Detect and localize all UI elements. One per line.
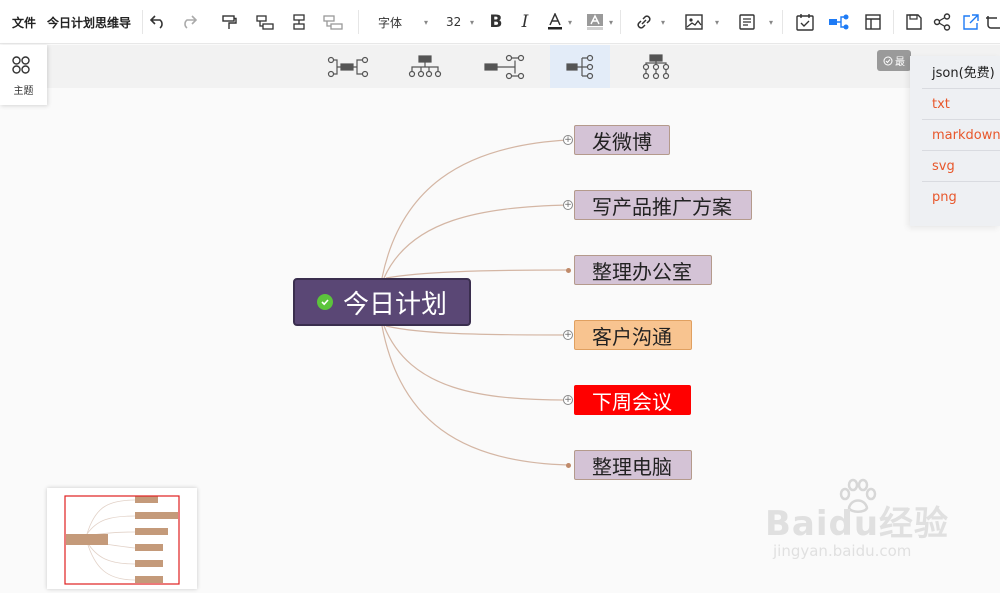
layout-switcher-bar: 最 bbox=[0, 45, 1000, 88]
branch-line bbox=[381, 325, 569, 466]
minimap[interactable] bbox=[47, 488, 197, 589]
export-markdown-item[interactable]: markdown bbox=[910, 120, 1000, 150]
theme-icon bbox=[12, 56, 30, 74]
theme-button[interactable]: 主题 bbox=[0, 45, 47, 105]
mind-map-right-layout-icon[interactable] bbox=[550, 45, 610, 88]
node-label: 写产品推广方案 bbox=[592, 194, 732, 219]
logic-right-layout-icon[interactable] bbox=[474, 45, 534, 88]
check-circle-icon bbox=[883, 56, 893, 65]
org-chart-down-layout-icon[interactable] bbox=[395, 45, 455, 88]
export-menu: json(免费) txt markdown svg png bbox=[910, 56, 1000, 226]
tree-down-layout-icon[interactable] bbox=[626, 45, 686, 88]
export-txt-item[interactable]: txt bbox=[910, 89, 1000, 119]
expand-icon[interactable]: + bbox=[563, 395, 573, 405]
node-label: 整理电脑 bbox=[592, 454, 672, 479]
watermark-brand: Baidu经验 bbox=[765, 504, 950, 544]
export-png-item[interactable]: png bbox=[910, 182, 1000, 212]
status-badge: 最 bbox=[877, 50, 911, 71]
export-json-item[interactable]: json(免费) bbox=[910, 56, 1000, 86]
minimap-preview bbox=[64, 495, 180, 585]
child-node[interactable]: 写产品推广方案 bbox=[574, 190, 752, 220]
theme-label: 主题 bbox=[13, 86, 34, 97]
mind-map-layout-icon[interactable] bbox=[318, 45, 378, 88]
branch-line bbox=[385, 269, 569, 279]
watermark-url: jingyan.baidu.com bbox=[773, 542, 912, 560]
child-node[interactable]: 发微博 bbox=[574, 125, 670, 155]
badge-label: 最 bbox=[895, 57, 905, 68]
connector-dot bbox=[566, 268, 571, 273]
branch-line bbox=[385, 325, 569, 336]
branch-line bbox=[383, 204, 569, 279]
export-svg-item[interactable]: svg bbox=[910, 151, 1000, 181]
child-node[interactable]: 整理电脑 bbox=[574, 450, 692, 480]
node-label: 发微博 bbox=[592, 129, 652, 154]
branch-line bbox=[381, 139, 569, 279]
expand-icon[interactable]: + bbox=[563, 135, 573, 145]
node-label: 整理办公室 bbox=[592, 259, 692, 284]
expand-icon[interactable]: + bbox=[563, 330, 573, 340]
child-node[interactable]: 整理办公室 bbox=[574, 255, 712, 285]
expand-icon[interactable]: + bbox=[563, 200, 573, 210]
child-node[interactable]: 客户沟通 bbox=[574, 320, 692, 350]
root-node-label: 今日计划 bbox=[342, 289, 447, 320]
connector-dot bbox=[566, 463, 571, 468]
root-node[interactable]: 今日计划 bbox=[293, 278, 471, 326]
child-node[interactable]: 下周会议 bbox=[574, 385, 691, 415]
branch-line bbox=[383, 325, 569, 401]
node-label: 客户沟通 bbox=[592, 324, 672, 349]
task-done-icon[interactable] bbox=[316, 294, 333, 310]
watermark: Baidu经验 jingyan.baidu.com bbox=[765, 478, 975, 568]
node-label: 下周会议 bbox=[592, 389, 672, 414]
